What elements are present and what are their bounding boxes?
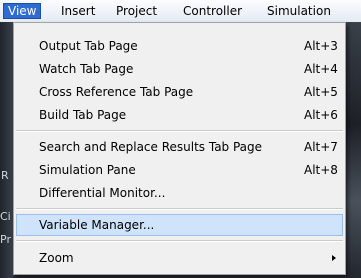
menu-item-differential-monitor[interactable]: Differential Monitor... xyxy=(16,182,343,204)
menu-item-search-replace-results-tab-page[interactable]: Search and Replace Results Tab Page Alt+… xyxy=(16,136,343,158)
menu-separator xyxy=(16,130,343,132)
background-text-fragment: Ci xyxy=(0,210,11,223)
menu-project[interactable]: Project xyxy=(111,3,162,19)
menu-item-shortcut: Alt+6 xyxy=(304,108,338,122)
background-text-fragment: R xyxy=(1,169,9,182)
menu-item-shortcut: Alt+3 xyxy=(304,39,338,53)
menu-item-simulation-pane[interactable]: Simulation Pane Alt+8 xyxy=(16,159,343,181)
menu-item-label: Variable Manager... xyxy=(39,218,155,232)
menu-item-cross-reference-tab-page[interactable]: Cross Reference Tab Page Alt+5 xyxy=(16,81,343,103)
menu-item-build-tab-page[interactable]: Build Tab Page Alt+6 xyxy=(16,104,343,126)
menu-item-watch-tab-page[interactable]: Watch Tab Page Alt+4 xyxy=(16,58,343,80)
menu-item-variable-manager[interactable]: Variable Manager... xyxy=(16,214,343,236)
menu-item-label: Zoom xyxy=(39,251,74,265)
submenu-arrow-icon xyxy=(332,255,336,261)
menu-controller[interactable]: Controller xyxy=(178,3,247,19)
menu-item-label: Cross Reference Tab Page xyxy=(39,85,194,99)
menu-item-output-tab-page[interactable]: Output Tab Page Alt+3 xyxy=(16,35,343,57)
menu-item-shortcut: Alt+4 xyxy=(304,62,338,76)
view-menu-dropdown: Output Tab Page Alt+3 Watch Tab Page Alt… xyxy=(13,22,346,275)
menu-item-zoom[interactable]: Zoom xyxy=(16,247,343,269)
menu-item-shortcut: Alt+5 xyxy=(304,85,338,99)
menu-item-label: Watch Tab Page xyxy=(39,62,134,76)
menu-separator xyxy=(16,208,343,210)
menu-simulation[interactable]: Simulation xyxy=(262,3,336,19)
menu-item-shortcut: Alt+8 xyxy=(304,163,338,177)
menu-view[interactable]: View xyxy=(3,3,42,19)
background-window-right xyxy=(346,22,361,278)
menu-item-label: Simulation Pane xyxy=(39,163,136,177)
menu-insert[interactable]: Insert xyxy=(56,3,100,19)
background-text-fragment: Pr xyxy=(0,233,11,246)
menu-item-label: Differential Monitor... xyxy=(39,186,166,200)
menu-item-label: Search and Replace Results Tab Page xyxy=(39,140,263,154)
menu-item-label: Build Tab Page xyxy=(39,108,127,122)
menu-item-shortcut: Alt+7 xyxy=(304,140,338,154)
menu-separator xyxy=(16,240,343,242)
menu-bar: View Insert Project Controller Simulatio… xyxy=(0,0,361,23)
menu-item-label: Output Tab Page xyxy=(39,39,138,53)
